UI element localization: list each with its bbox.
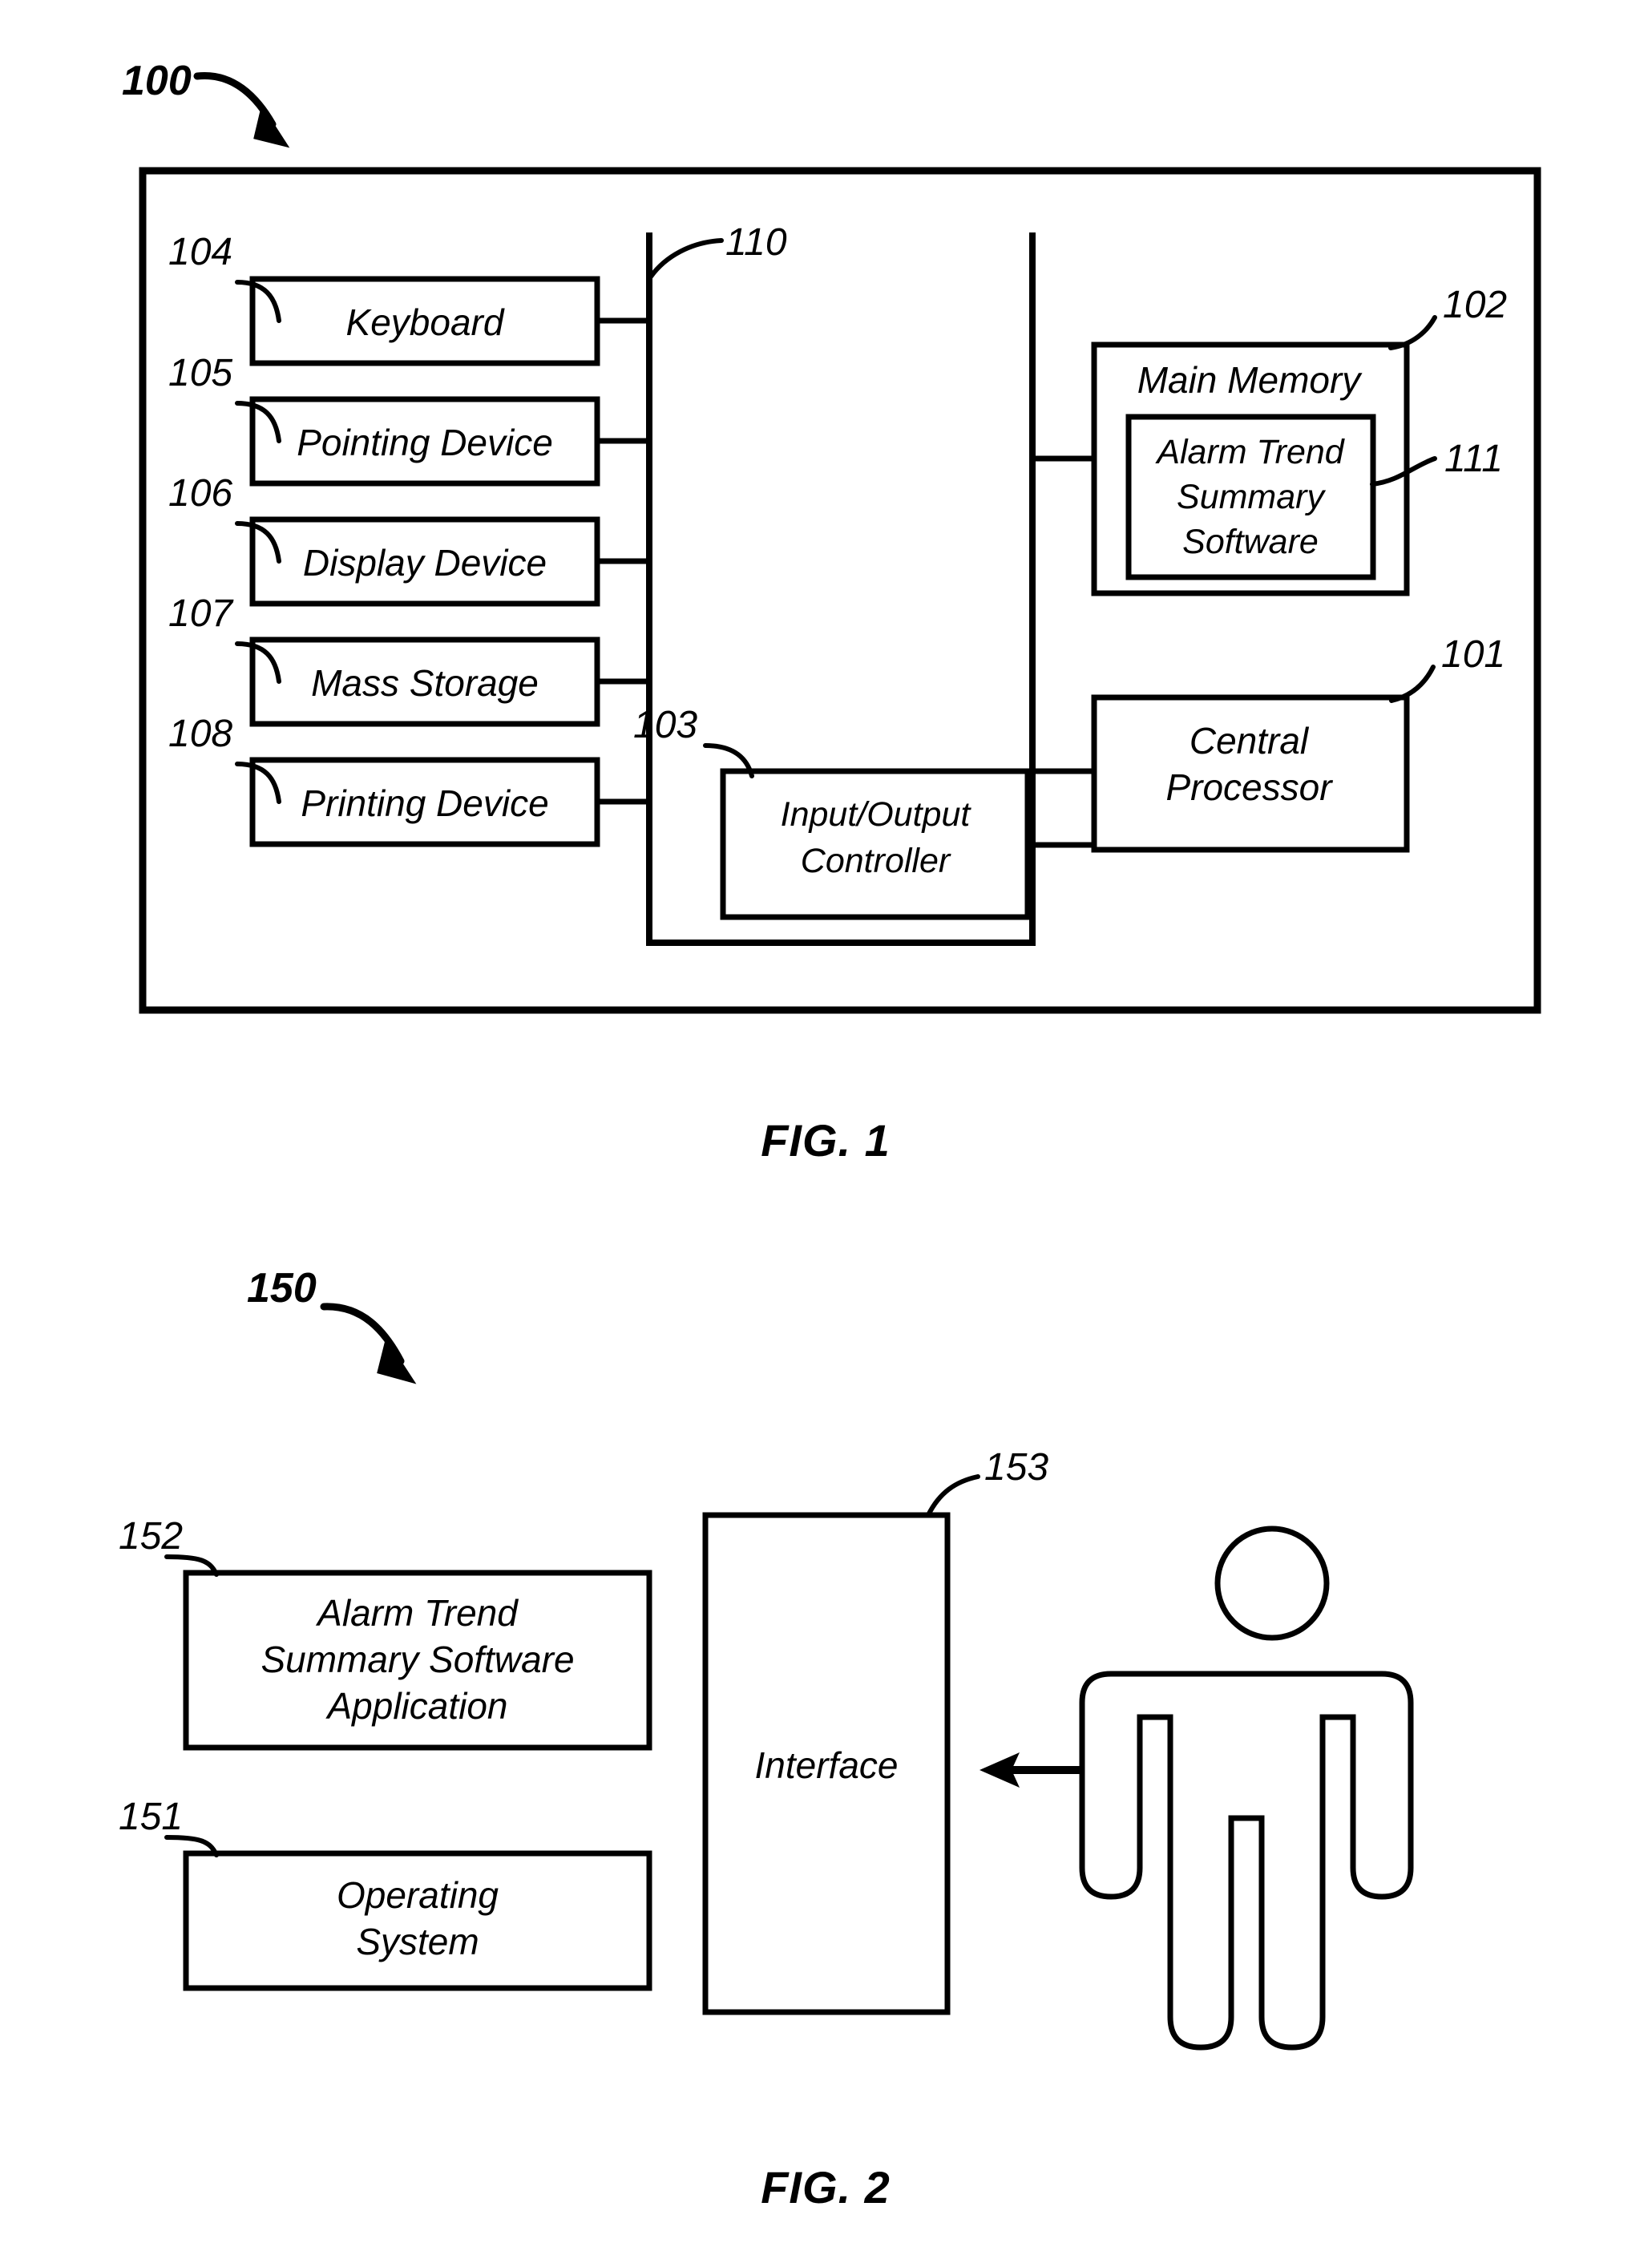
ref-101: 101 (1441, 633, 1505, 676)
leader-110 (648, 238, 724, 279)
fig2-system-leader (320, 1303, 417, 1384)
mass-storage-label: Mass Storage (311, 662, 539, 704)
ref-153: 153 (984, 1446, 1048, 1489)
ref-102: 102 (1443, 284, 1507, 326)
io-controller-line1: Input/Output (781, 795, 972, 834)
fig2-system-ref: 150 (247, 1265, 317, 1311)
ref-151: 151 (119, 1796, 183, 1838)
alarm-software-line1: Alarm Trend (1154, 433, 1345, 471)
alarm-application-line3: Application (325, 1685, 507, 1727)
ref-104: 104 (168, 231, 232, 273)
alarm-software-line3: Software (1182, 523, 1319, 561)
central-processor-line1: Central (1190, 720, 1310, 762)
leader-153 (926, 1474, 980, 1518)
keyboard-label: Keyboard (346, 301, 505, 343)
fig1-system-leader (193, 71, 290, 148)
ref-152: 152 (119, 1515, 183, 1558)
alarm-software-line2: Summary (1177, 478, 1326, 516)
ref-110: 110 (725, 221, 787, 264)
pointing-device-label: Pointing Device (297, 422, 553, 463)
ref-108: 108 (168, 713, 232, 755)
ref-103: 103 (633, 704, 697, 746)
ref-107: 107 (168, 592, 234, 635)
ref-105: 105 (168, 352, 232, 394)
interface-label: Interface (755, 1744, 899, 1786)
fig1-caption: FIG. 1 (761, 1115, 891, 1166)
printing-device-label: Printing Device (301, 782, 548, 824)
central-processor-line2: Processor (1165, 766, 1333, 808)
alarm-application-line1: Alarm Trend (315, 1592, 519, 1634)
fig2-caption: FIG. 2 (761, 2162, 891, 2213)
operating-system-line2: System (356, 1921, 479, 1962)
main-memory-label: Main Memory (1137, 359, 1363, 401)
ref-111: 111 (1444, 438, 1503, 480)
drawing-canvas: 100 104 105 106 107 108 Keyboard Pointin… (119, 58, 1541, 2213)
fig1-system-ref: 100 (122, 58, 192, 104)
alarm-application-line2: Summary Software (261, 1639, 574, 1680)
ref-106: 106 (168, 472, 232, 515)
patent-drawing-sheet: 100 104 105 106 107 108 Keyboard Pointin… (0, 0, 1652, 2247)
person-icon (1079, 1526, 1414, 2051)
operating-system-line1: Operating (337, 1874, 499, 1916)
io-controller-line2: Controller (801, 842, 951, 880)
display-device-label: Display Device (303, 542, 547, 584)
